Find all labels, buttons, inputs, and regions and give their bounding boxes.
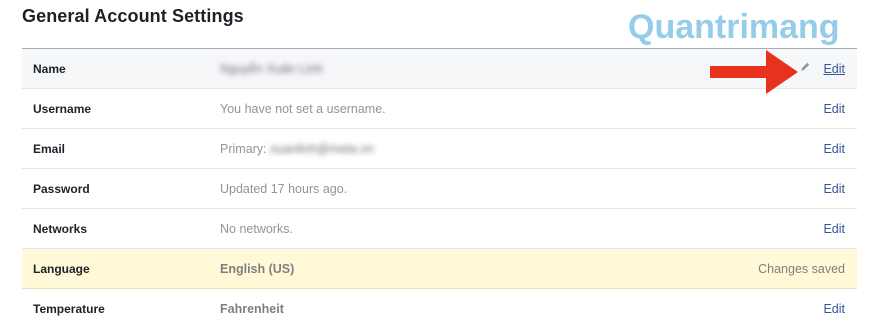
row-value: You have not set a username. (220, 101, 386, 116)
edit-username-link[interactable]: Edit (823, 102, 845, 116)
row-label: Language (33, 261, 90, 276)
edit-name-link[interactable]: Edit (823, 62, 845, 76)
row-value: Fahrenheit (220, 301, 284, 316)
row-value: Primary: xuanlinh@meta.vn (220, 142, 374, 156)
settings-row-temperature: Temperature Fahrenheit Edit (22, 289, 857, 323)
page-title: General Account Settings (22, 6, 244, 26)
row-value: No networks. (220, 221, 293, 236)
row-label: Username (33, 101, 92, 116)
row-label: Email (33, 141, 66, 156)
settings-row-networks: Networks No networks. Edit (22, 209, 857, 249)
edit-email-link[interactable]: Edit (823, 142, 845, 156)
edit-password-link[interactable]: Edit (823, 182, 845, 196)
changes-saved-status: Changes saved (758, 261, 845, 276)
settings-row-password: Password Updated 17 hours ago. Edit (22, 169, 857, 209)
blurred-name-value: Nguyễn Xuân Linh (220, 61, 323, 76)
row-label: Temperature (33, 301, 105, 316)
edit-networks-link[interactable]: Edit (823, 222, 845, 236)
settings-row-language: Language English (US) Changes saved (22, 249, 857, 289)
pencil-icon[interactable] (799, 61, 811, 73)
row-label: Name (33, 61, 66, 76)
blurred-email-value: xuanlinh@meta.vn (270, 141, 374, 156)
edit-temperature-link[interactable]: Edit (823, 302, 845, 316)
settings-page: General Account Settings Quantrimang Nam… (0, 0, 878, 323)
row-value: Updated 17 hours ago. (220, 181, 348, 196)
email-prefix: Primary: (220, 141, 267, 156)
row-value: Nguyễn Xuân Linh (220, 62, 323, 76)
row-value: English (US) (220, 261, 295, 276)
row-label: Password (33, 181, 90, 196)
row-label: Networks (33, 221, 88, 236)
settings-row-email: Email Primary: xuanlinh@meta.vn Edit (22, 129, 857, 169)
red-arrow-icon (710, 50, 798, 94)
